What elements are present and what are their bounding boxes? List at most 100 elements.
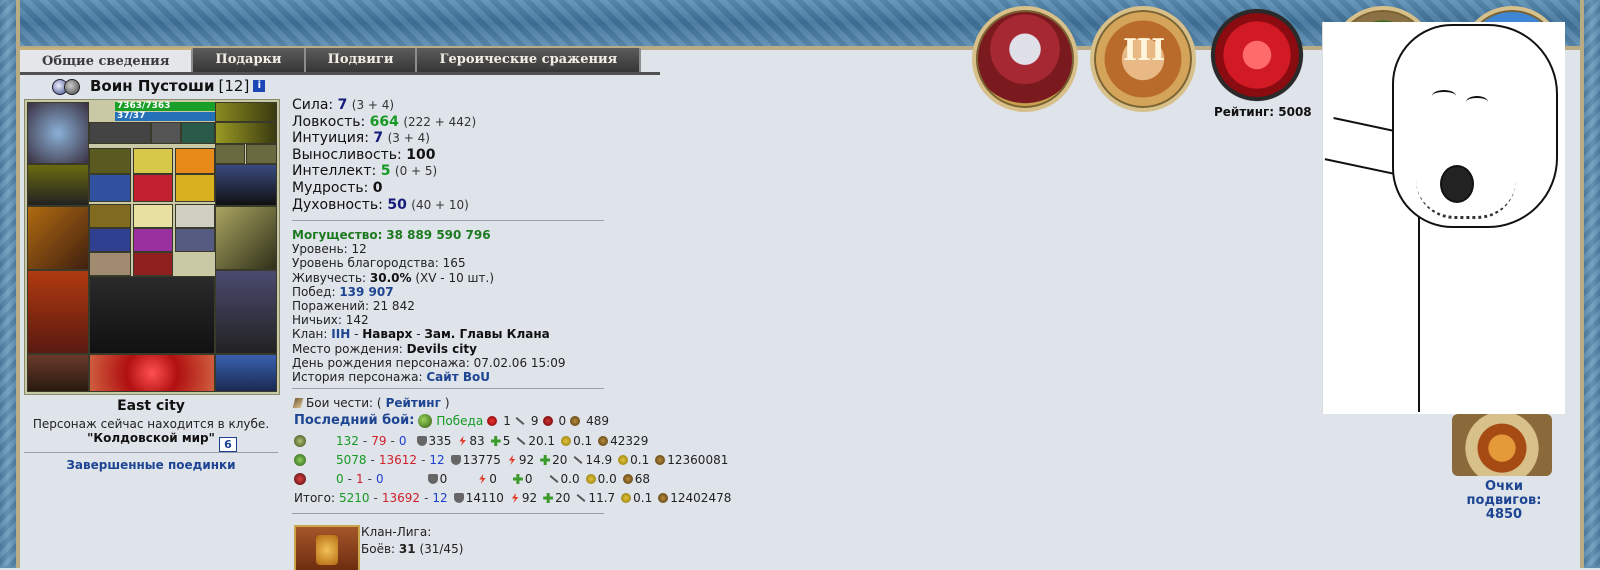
battle-stats-total-row: Итого: 5210-13692-12 14110 92 20 11.7 0.… (294, 491, 732, 505)
ruby-rating-medal-icon[interactable] (1208, 6, 1306, 104)
wojak-eye (1432, 90, 1456, 102)
cross-icon (543, 493, 554, 503)
cross-icon (540, 455, 551, 465)
right-weapon-slot[interactable] (215, 206, 277, 270)
bag-icon (658, 493, 669, 503)
clan-link[interactable]: IIH (331, 327, 350, 341)
item-slot[interactable] (133, 148, 173, 174)
item-slot[interactable] (133, 228, 173, 252)
bag-icon (570, 415, 581, 426)
item-slot[interactable] (89, 252, 131, 276)
item-slot[interactable] (89, 204, 131, 228)
belt-slot[interactable] (215, 102, 277, 122)
item-slot[interactable] (175, 174, 215, 202)
tabbar-underline (20, 72, 660, 75)
battle-stats-row: 5078-13612-12 13775 92 20 14.9 0.1 12360… (294, 451, 728, 469)
wojak-eye (1466, 96, 1488, 108)
victory-icon (418, 413, 433, 428)
sword-icon (573, 456, 583, 464)
crown-medal-icon[interactable] (972, 6, 1078, 112)
bag-icon (655, 455, 666, 465)
item-slot[interactable] (133, 204, 173, 228)
coin-icon (621, 493, 632, 503)
sword-icon (576, 494, 586, 502)
boots-slot[interactable] (215, 354, 277, 392)
ornate-left-frame (0, 0, 20, 568)
coin-icon (585, 474, 596, 484)
tab-general[interactable]: Общие сведения (20, 48, 194, 74)
character-details: Могущество: 38 889 590 796 Уровень: 12 У… (292, 228, 565, 384)
item-slot[interactable] (151, 122, 181, 144)
stat-intuition: Интуиция: 7 (3 + 4) (292, 130, 430, 147)
sword-icon (516, 437, 526, 445)
item-slot[interactable] (133, 174, 173, 202)
club-status-note: Персонаж сейчас находится в клубе. (32, 417, 270, 431)
item-slot[interactable] (89, 122, 151, 144)
rating-link[interactable]: Рейтинг (386, 396, 441, 410)
item-slot[interactable] (133, 252, 173, 276)
item-slot[interactable] (89, 174, 131, 202)
bracers-slot[interactable] (215, 164, 277, 206)
divider (292, 388, 604, 389)
wojak-body (1418, 214, 1560, 412)
stat-spirituality: Духовность: 50 (40 + 10) (292, 196, 469, 213)
helmet-slot[interactable] (27, 102, 89, 164)
divider (292, 513, 604, 514)
stat-strength: Сила: 7 (3 + 4) (292, 97, 395, 113)
bolt-icon (459, 436, 466, 446)
tab-heroic-battles[interactable]: Героические сражения (417, 48, 642, 72)
last-battle-label: Последний бой: (294, 413, 415, 428)
clan-league-fights: Боёв: 31 (31/45) (361, 542, 464, 556)
wojak-mouth (1440, 165, 1474, 203)
sword-icon (549, 475, 559, 483)
feats-medal-icon[interactable] (1452, 414, 1552, 476)
item-slot[interactable] (175, 228, 215, 252)
history-row: История персонажа: Сайт BoU (292, 370, 490, 385)
rune-slot[interactable] (246, 144, 277, 164)
item-slot[interactable] (175, 148, 215, 174)
birthday-row: День рождения персонажа: 07.02.06 15:09 (292, 355, 566, 370)
losses-row: Поражений: 21 842 (292, 299, 415, 314)
last-battle-row: Последний бой: Победа 1 9 0 489 (294, 413, 610, 428)
left-weapon-slot[interactable] (27, 206, 89, 270)
sword-icon (515, 416, 525, 425)
hero-header: Воин Пустоши [12] i (52, 76, 266, 96)
belt-slot[interactable] (215, 122, 277, 144)
skull-icon (487, 415, 498, 426)
ornate-right-frame (1580, 0, 1600, 568)
power-row: Могущество: 38 889 590 796 (292, 228, 491, 242)
battle-type-icon (294, 454, 306, 466)
info-icon[interactable]: i (253, 80, 266, 92)
item-slot[interactable] (89, 228, 131, 252)
last-battle-result: Победа (436, 413, 484, 428)
rune-slot[interactable] (215, 144, 245, 164)
shield-icon (450, 455, 461, 465)
amulet-slot[interactable] (89, 354, 215, 392)
item-slot[interactable] (89, 148, 131, 174)
ring-slot[interactable] (27, 354, 89, 392)
rating-value: Рейтинг: 5008 (1214, 105, 1312, 119)
bolt-icon (508, 455, 516, 465)
pet-slot[interactable] (89, 276, 215, 354)
gloves-slot[interactable] (27, 164, 89, 206)
item-slot[interactable] (175, 204, 215, 228)
bolt-icon (511, 493, 519, 503)
level-row: Уровень: 12 (292, 242, 367, 257)
stats-list: Сила: 7 (3 + 4) Ловкость: 664 (222 + 442… (292, 97, 476, 213)
vitality-row: Живучесть: 30.0% (XV - 10 шт.) (292, 270, 494, 285)
club-name: "Колдовской мир" (87, 431, 215, 445)
history-link[interactable]: Сайт BoU (426, 370, 490, 384)
clan-league-title: Клан-Лига: (361, 525, 432, 539)
current-city: East city (117, 398, 185, 414)
profile-tabs: Общие сведения Подарки Подвиги Героическ… (20, 48, 642, 74)
feats-points: Очки подвигов: 4850 (1466, 479, 1542, 522)
legs-slot[interactable] (215, 270, 277, 354)
item-slot[interactable] (181, 122, 215, 144)
clan-emblem-icon[interactable] (52, 78, 86, 95)
armor-slot[interactable] (27, 270, 89, 354)
hero-name: Воин Пустоши (90, 77, 215, 95)
finished-battles-link[interactable]: Завершенные поединки (24, 458, 278, 472)
tab-feats[interactable]: Подвиги (305, 48, 418, 72)
tab-gifts[interactable]: Подарки (193, 48, 306, 72)
rank-medal-numeral: III (1123, 33, 1166, 68)
